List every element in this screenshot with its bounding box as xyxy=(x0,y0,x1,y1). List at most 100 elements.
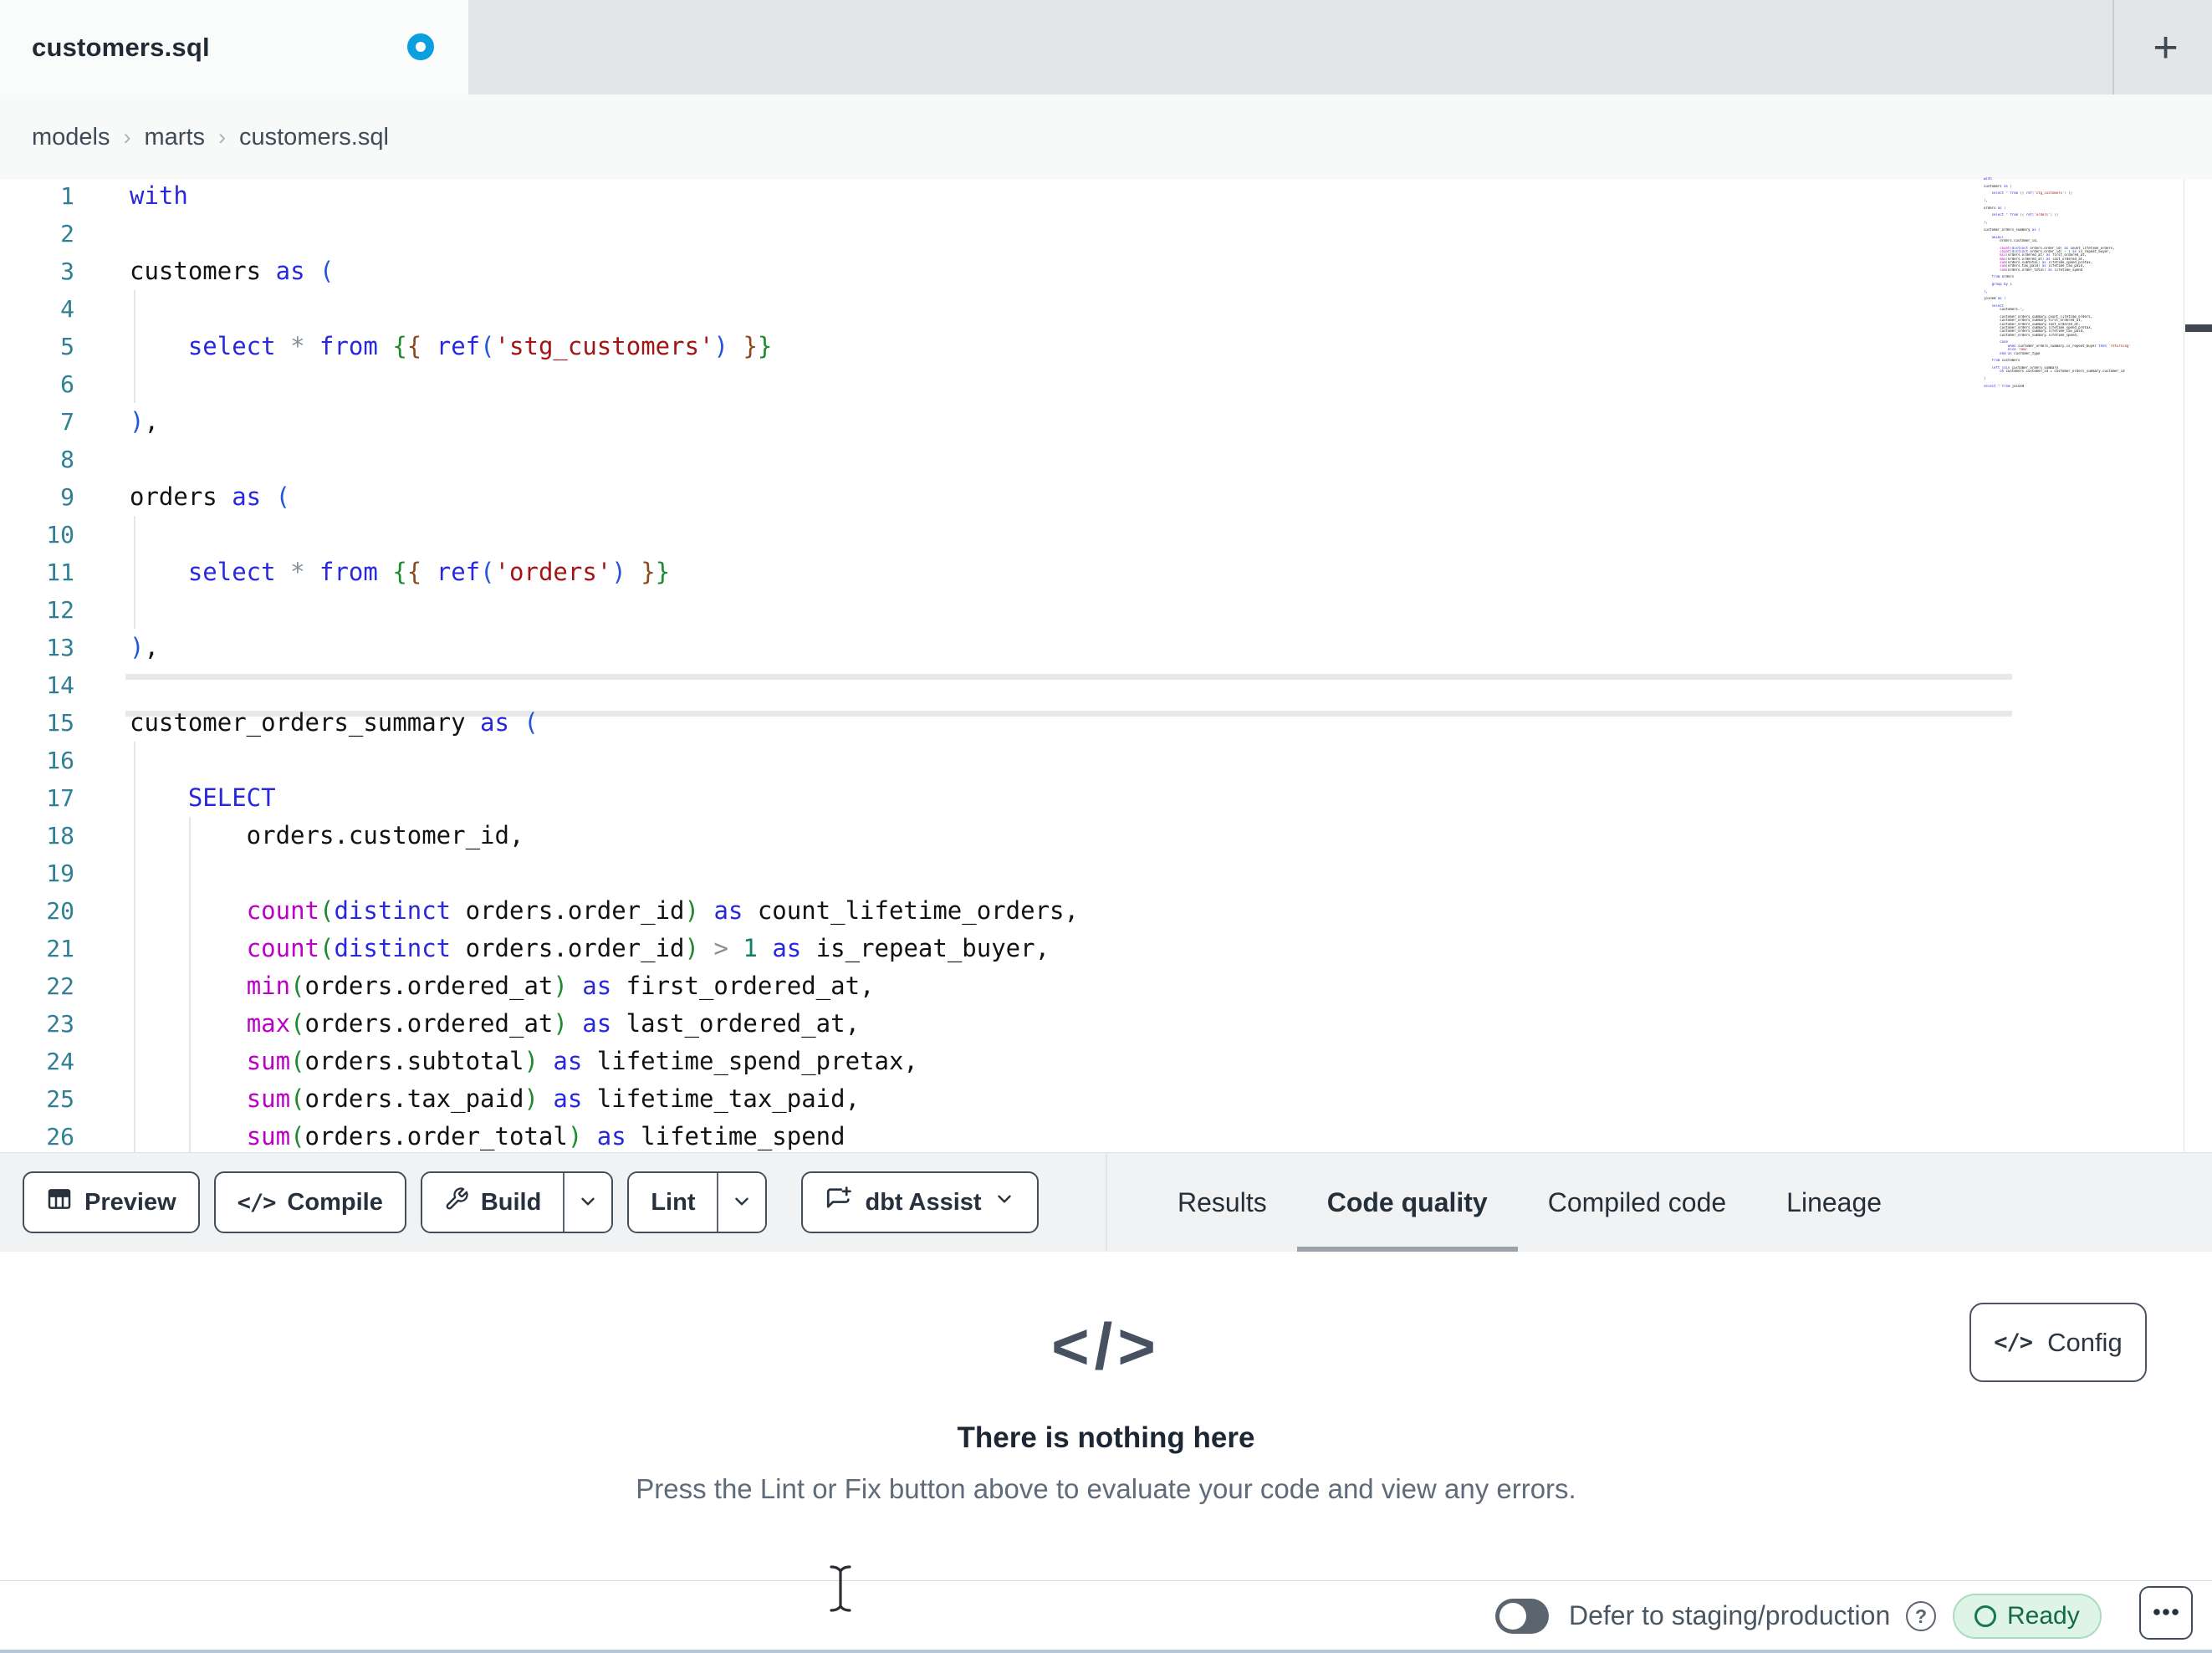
code-editor[interactable]: 1 with 2 3 customers as ( 4 5 select * from {{… xyxy=(0,177,2212,1152)
code-line: 3 customers as ( xyxy=(0,253,2212,290)
preview-button-label: Preview xyxy=(84,1188,176,1216)
dbt-assist-button[interactable]: dbt Assist xyxy=(801,1171,1039,1233)
table-grid-icon xyxy=(46,1186,73,1219)
code-line: 2 xyxy=(0,215,2212,253)
code-line: 1 with xyxy=(0,177,2212,215)
code-line: 26 sum(orders.order_total) as lifetime_s… xyxy=(0,1118,2212,1156)
line-number: 9 xyxy=(60,483,74,511)
help-icon[interactable]: ? xyxy=(1906,1601,1936,1631)
code-line: 16 xyxy=(0,742,2212,779)
code-line: 6 xyxy=(0,365,2212,403)
code-line: 4 xyxy=(0,290,2212,328)
breadcrumb-separator: › xyxy=(218,124,226,150)
bottom-edge-strip xyxy=(0,1650,2212,1653)
breadcrumb-row: models › marts › customers.sql xyxy=(0,94,2212,266)
code-line: 7), xyxy=(0,403,2212,441)
breadcrumb-item-file[interactable]: customers.sql xyxy=(239,124,389,151)
line-number: 18 xyxy=(46,822,74,849)
panel-toolbar: Preview </> Compile Build Lint dbt Assis… xyxy=(0,1152,2212,1253)
lint-dropdown-button[interactable] xyxy=(717,1173,766,1232)
build-dropdown-button[interactable] xyxy=(563,1173,612,1232)
more-options-button[interactable] xyxy=(2139,1586,2193,1640)
code-brackets-icon: </> xyxy=(237,1189,277,1216)
build-split-button: Build xyxy=(420,1171,614,1233)
compile-button-label: Compile xyxy=(287,1188,383,1216)
file-tab-title: customers.sql xyxy=(32,32,210,62)
lint-button[interactable]: Lint xyxy=(629,1173,718,1232)
code-line: 24 sum(orders.subtotal) as lifetime_spen… xyxy=(0,1043,2212,1080)
code-line: 10 xyxy=(0,516,2212,554)
results-panel: </> Config </> There is nothing here Pre… xyxy=(0,1252,2212,1580)
tab-compiled-code[interactable]: Compiled code xyxy=(1518,1153,1756,1253)
code-line: 9 orders as ( xyxy=(0,478,2212,516)
chevron-down-icon xyxy=(577,1191,599,1215)
code-line: 17 SELECT xyxy=(0,779,2212,817)
breadcrumb-item-models[interactable]: models xyxy=(32,124,110,151)
tab-code-quality[interactable]: Code quality xyxy=(1296,1153,1518,1253)
line-number: 20 xyxy=(46,897,74,925)
dbt-assist-button-label: dbt Assist xyxy=(865,1188,982,1216)
line-number: 23 xyxy=(46,1010,74,1038)
preview-button[interactable]: Preview xyxy=(23,1171,200,1233)
line-number: 24 xyxy=(46,1048,74,1075)
status-circle-icon xyxy=(1974,1605,1996,1627)
code-line: 15 customer_orders_summary as ( xyxy=(0,704,2212,742)
code-line: 5 select * from {{ ref('stg_customers') … xyxy=(0,328,2212,365)
code-line: 19 xyxy=(0,855,2212,892)
lint-split-button: Lint xyxy=(627,1171,768,1233)
empty-state-subtitle: Press the Lint or Fix button above to ev… xyxy=(636,1473,1576,1504)
tab-results[interactable]: Results xyxy=(1147,1153,1297,1253)
line-number: 1 xyxy=(60,182,74,210)
line-number: 12 xyxy=(46,596,74,624)
tab-lineage[interactable]: Lineage xyxy=(1756,1153,1912,1253)
tabbar-divider xyxy=(2112,0,2114,94)
editor-tab-bar: customers.sql + xyxy=(0,0,2212,94)
defer-label: Defer to staging/production xyxy=(1569,1600,1891,1630)
line-number: 25 xyxy=(46,1085,74,1113)
ready-status-badge[interactable]: Ready xyxy=(1953,1594,2102,1639)
code-line: 21 count(distinct orders.order_id) > 1 a… xyxy=(0,930,2212,967)
line-number: 10 xyxy=(46,521,74,548)
line-number: 6 xyxy=(60,370,74,398)
line-number: 21 xyxy=(46,935,74,962)
code-line: 18 orders.customer_id, xyxy=(0,817,2212,855)
line-number: 5 xyxy=(60,333,74,360)
line-number: 22 xyxy=(46,972,74,1000)
scrollbar-thumb[interactable] xyxy=(2185,324,2212,332)
ready-status-label: Ready xyxy=(2007,1602,2080,1630)
dbt-ide-window: customers.sql + models › marts › custome… xyxy=(0,0,2212,1653)
line-number: 11 xyxy=(46,559,74,586)
line-number: 3 xyxy=(60,258,74,285)
code-brackets-icon: </> xyxy=(1051,1309,1161,1383)
panel-tabs: Results Code quality Compiled code Lineage xyxy=(1147,1153,1912,1253)
build-button-label: Build xyxy=(480,1188,542,1216)
minimap[interactable]: with customers as ( select * from {{ ref(… xyxy=(1984,177,2181,395)
unsaved-changes-dot-icon xyxy=(407,33,434,60)
text-cursor-pointer xyxy=(826,1564,855,1618)
build-button[interactable]: Build xyxy=(421,1173,564,1232)
line-number: 4 xyxy=(60,295,74,323)
defer-toggle[interactable] xyxy=(1495,1599,1549,1634)
toolbar-divider xyxy=(1106,1153,1107,1253)
line-number: 8 xyxy=(60,446,74,473)
wrench-icon xyxy=(444,1186,469,1218)
action-buttons: Preview </> Compile Build Lint dbt Assis… xyxy=(23,1171,1039,1233)
new-tab-button[interactable]: + xyxy=(2119,0,2212,94)
code-line: 13), xyxy=(0,629,2212,666)
code-line: 23 max(orders.ordered_at) as last_ordere… xyxy=(0,1005,2212,1043)
code-line: 14 xyxy=(0,666,2212,704)
line-number: 13 xyxy=(46,634,74,661)
code-line: 20 count(distinct orders.order_id) as co… xyxy=(0,892,2212,930)
line-number: 19 xyxy=(46,860,74,887)
compile-button[interactable]: </> Compile xyxy=(213,1171,406,1233)
breadcrumb-item-marts[interactable]: marts xyxy=(145,124,206,151)
empty-state-title: There is nothing here xyxy=(957,1421,1255,1454)
line-number: 26 xyxy=(46,1123,74,1150)
ellipsis-icon xyxy=(2150,1596,2182,1630)
status-bar: Defer to staging/production ? Ready xyxy=(0,1580,2212,1650)
line-number: 17 xyxy=(46,784,74,812)
breadcrumb-separator: › xyxy=(123,124,131,150)
file-tab-customers-sql[interactable]: customers.sql xyxy=(0,0,468,94)
line-number: 2 xyxy=(60,220,74,247)
code-line: 22 min(orders.ordered_at) as first_order… xyxy=(0,967,2212,1005)
